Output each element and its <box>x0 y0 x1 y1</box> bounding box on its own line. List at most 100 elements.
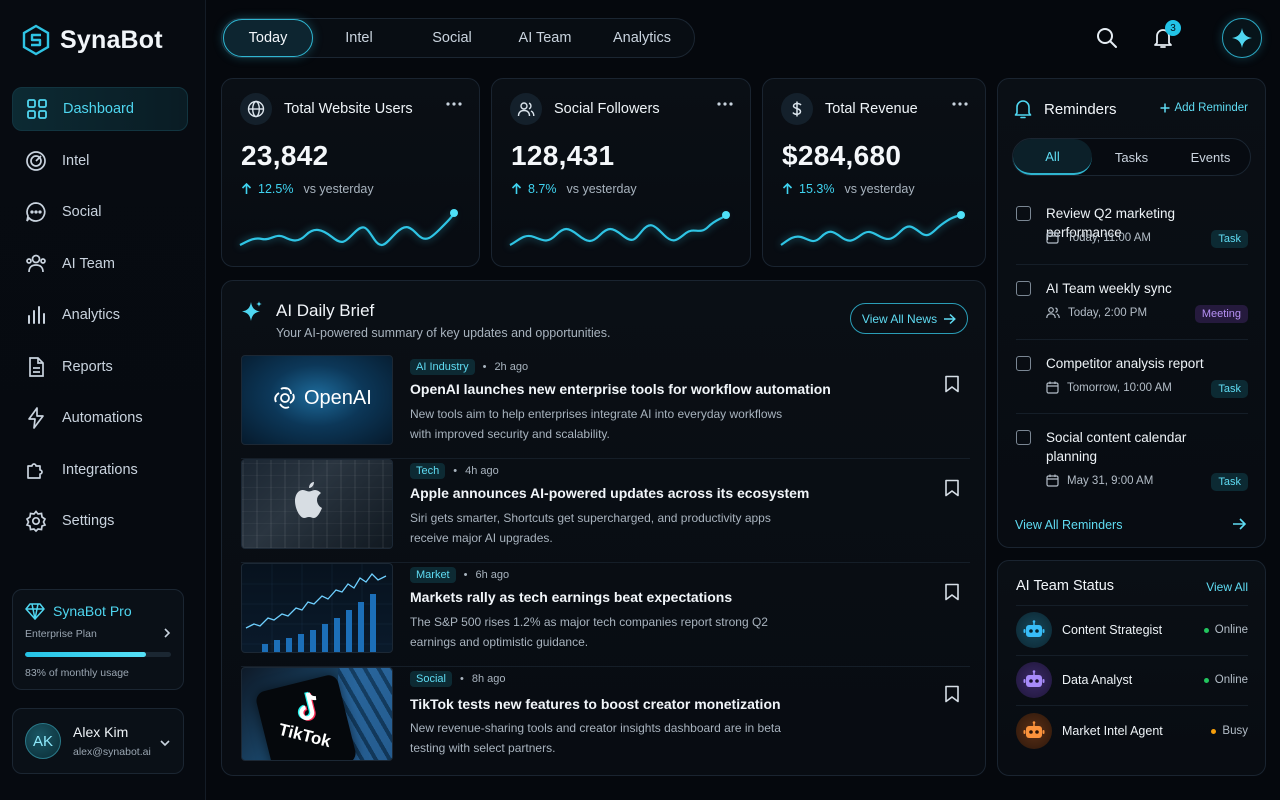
news-tag[interactable]: Market <box>410 567 456 583</box>
user-profile[interactable]: AK Alex Kim alex@synabot.ai <box>12 708 184 774</box>
bookmark-icon[interactable] <box>944 685 960 703</box>
status-dot <box>1203 627 1209 633</box>
sidebar-item-settings[interactable]: Settings <box>12 499 188 543</box>
news-item[interactable]: Market • 6h ago Markets rally as tech ea… <box>241 563 970 667</box>
stat-change-value: 15.3% <box>799 182 835 196</box>
bar-chart-icon <box>28 306 45 324</box>
view-all-news-label: View All News <box>861 311 938 326</box>
sidebar-item-analytics[interactable]: Analytics <box>12 293 188 337</box>
agent-status: Busy <box>1211 725 1248 737</box>
notifications-button[interactable]: 3 <box>1153 20 1181 49</box>
view-all-reminders-link[interactable]: View All Reminders <box>1015 518 1122 532</box>
tab-tasks[interactable]: Tasks <box>1092 139 1171 175</box>
news-title[interactable]: Apple announces AI-powered updates acros… <box>410 485 809 501</box>
tab-events[interactable]: Events <box>1171 139 1250 175</box>
reminder-checkbox[interactable] <box>1016 206 1031 221</box>
sidebar-item-reports[interactable]: Reports <box>12 345 188 389</box>
reminders-panel: Reminders Add Reminder All Tasks Events … <box>997 78 1266 548</box>
reminder-checkbox[interactable] <box>1016 281 1031 296</box>
reminder-checkbox[interactable] <box>1016 430 1031 445</box>
market-chart-image <box>242 564 392 652</box>
arrow-up-icon <box>511 183 522 194</box>
news-thumbnail-market <box>241 563 393 653</box>
usage-label: 83% of monthly usage <box>25 667 129 679</box>
tab-all[interactable]: All <box>1013 139 1092 175</box>
sidebar-item-intel[interactable]: Intel <box>12 139 188 183</box>
news-item[interactable]: OpenAI AI Industry • 2h ago OpenAI launc… <box>241 355 970 459</box>
sidebar-item-dashboard[interactable]: Dashboard <box>12 87 188 131</box>
reminder-checkbox[interactable] <box>1016 356 1031 371</box>
news-item[interactable]: TikTok Social • 8h ago TikTok tests new … <box>241 667 970 761</box>
ai-team-status: AI Team Status View All Content Strategi… <box>997 560 1266 776</box>
reminders-header: Reminders <box>1014 99 1117 119</box>
ai-assistant-button[interactable] <box>1222 18 1262 58</box>
arrow-up-icon <box>241 183 252 194</box>
agent-row[interactable]: Data Analyst Online <box>1016 660 1248 700</box>
tab-intel[interactable]: Intel <box>313 19 405 57</box>
lightning-icon <box>28 407 44 429</box>
arrow-right-icon[interactable] <box>1231 516 1247 532</box>
stat-compare: vs yesterday <box>303 182 374 196</box>
sidebar-item-ai-team[interactable]: AI Team <box>12 242 188 286</box>
search-icon[interactable] <box>1096 27 1118 49</box>
reminder-time: May 31, 9:00 AM <box>1046 474 1153 487</box>
bookmark-icon[interactable] <box>944 479 960 497</box>
reminder-badge: Meeting <box>1194 305 1248 323</box>
sparkline-social-followers <box>509 211 730 246</box>
sidebar-item-integrations[interactable]: Integrations <box>12 448 188 492</box>
more-options-icon[interactable] <box>716 101 734 107</box>
stat-compare: vs yesterday <box>844 182 915 196</box>
document-icon <box>29 356 44 377</box>
agent-row[interactable]: Market Intel Agent Busy <box>1016 711 1248 751</box>
bell-icon <box>1014 100 1032 119</box>
reminder-time: Today, 11:00 AM <box>1046 231 1151 244</box>
news-tag[interactable]: Social <box>410 671 452 687</box>
reminder-time: Today, 2:00 PM <box>1046 306 1147 319</box>
avatar: AK <box>25 723 61 759</box>
sidebar-item-social[interactable]: Social <box>12 190 188 234</box>
tab-analytics[interactable]: Analytics <box>591 19 693 57</box>
brand[interactable]: SynaBot <box>22 24 163 56</box>
stat-value: 23,842 <box>241 140 329 171</box>
stat-value: 128,431 <box>511 140 615 171</box>
news-time: 4h ago <box>465 465 499 477</box>
tab-today[interactable]: Today <box>223 19 313 57</box>
sidebar-item-label: Reports <box>62 358 113 375</box>
news-title[interactable]: Markets rally as tech earnings beat expe… <box>410 589 732 605</box>
more-options-icon[interactable] <box>951 101 969 107</box>
sidebar-item-label: AI Team <box>62 255 115 272</box>
news-title[interactable]: OpenAI launches new enterprise tools for… <box>410 381 831 397</box>
add-reminder-button[interactable]: Add Reminder <box>1160 102 1248 114</box>
divider <box>1016 264 1248 265</box>
agent-status-text: Busy <box>1222 725 1248 737</box>
bookmark-icon[interactable] <box>944 583 960 601</box>
tab-social[interactable]: Social <box>405 19 499 57</box>
news-title[interactable]: TikTok tests new features to boost creat… <box>410 696 781 712</box>
bookmark-icon[interactable] <box>944 375 960 393</box>
view-all-news-button[interactable]: View All News <box>850 303 968 334</box>
gear-icon <box>25 510 47 533</box>
stat-compare: vs yesterday <box>566 182 637 196</box>
user-email: alex@synabot.ai <box>73 746 151 758</box>
team-view-all-link[interactable]: View All <box>1206 580 1248 594</box>
pro-plan-card[interactable]: SynaBot Pro Enterprise Plan 83% of month… <box>12 589 184 690</box>
sidebar-item-automations[interactable]: Automations <box>12 396 188 440</box>
thumbnail-text: OpenAI <box>304 386 372 409</box>
news-item[interactable]: Tech • 4h ago Apple announces AI-powered… <box>241 459 970 563</box>
tab-ai-team[interactable]: AI Team <box>499 19 591 57</box>
more-options-icon[interactable] <box>445 101 463 107</box>
news-tag[interactable]: Tech <box>410 463 446 479</box>
sidebar-item-label: Settings <box>62 513 115 529</box>
chevron-down-icon <box>160 740 170 747</box>
agent-avatar <box>1016 612 1052 648</box>
reminder-item: Competitor analysis report Tomorrow, 10:… <box>1016 354 1248 404</box>
ai-daily-brief: AI Daily Brief Your AI-powered summary o… <box>221 280 986 776</box>
radar-icon <box>26 150 46 171</box>
agent-row[interactable]: Content Strategist Online <box>1016 610 1248 650</box>
reminders-title: Reminders <box>1044 100 1117 118</box>
news-tag[interactable]: AI Industry <box>410 359 475 375</box>
robot-icon <box>1023 620 1045 637</box>
news-description: New tools aim to help enterprises integr… <box>410 407 783 441</box>
people-icon <box>1046 307 1060 319</box>
status-dot <box>1211 728 1217 734</box>
